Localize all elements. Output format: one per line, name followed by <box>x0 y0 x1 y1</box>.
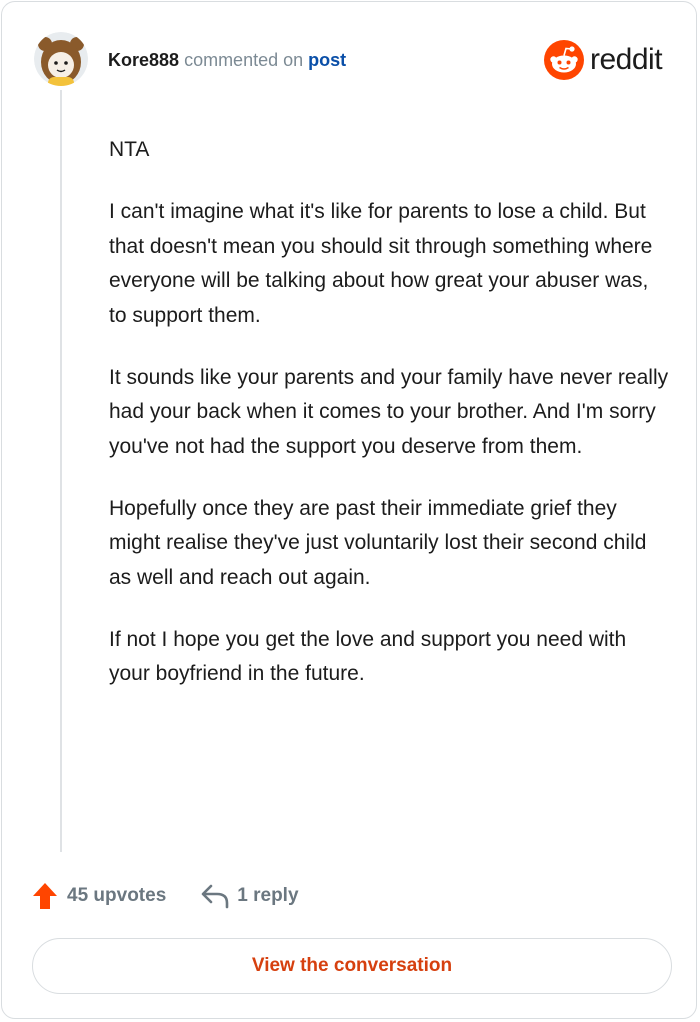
action-text: commented on <box>184 50 304 70</box>
avatar-icon <box>34 32 88 86</box>
comment-body: NTA I can't imagine what it's like for p… <box>109 133 669 692</box>
thread-line <box>60 90 62 852</box>
comment-paragraph: NTA <box>109 138 150 161</box>
reply-arrow-icon <box>201 884 229 909</box>
avatar[interactable] <box>34 32 88 86</box>
reply-count: 1 reply <box>237 885 299 906</box>
reply-group[interactable]: 1 reply <box>200 883 299 909</box>
comment-paragraph: Hopefully once they are past their immed… <box>109 496 647 589</box>
reddit-wordmark: reddit <box>590 43 663 76</box>
comment-header: Kore888 commented on post <box>108 47 346 73</box>
reddit-logo[interactable]: reddit <box>544 39 663 81</box>
comment-paragraph: If not I hope you get the love and suppo… <box>109 627 627 686</box>
reddit-snoo-icon <box>544 40 584 80</box>
comment-paragraph: It sounds like your parents and your fam… <box>109 365 669 458</box>
view-conversation-button[interactable]: View the conversation <box>32 938 672 994</box>
post-link[interactable]: post <box>308 50 346 70</box>
comment-paragraph: I can't imagine what it's like for paren… <box>109 200 653 327</box>
upvote-arrow-icon[interactable] <box>32 882 58 910</box>
upvote-count: 45 upvotes <box>67 885 167 906</box>
comment-card: Kore888 commented on post reddit NTA I c… <box>1 1 697 1019</box>
username[interactable]: Kore888 <box>108 50 179 70</box>
comment-footer: 45 upvotes 1 reply <box>32 879 299 913</box>
